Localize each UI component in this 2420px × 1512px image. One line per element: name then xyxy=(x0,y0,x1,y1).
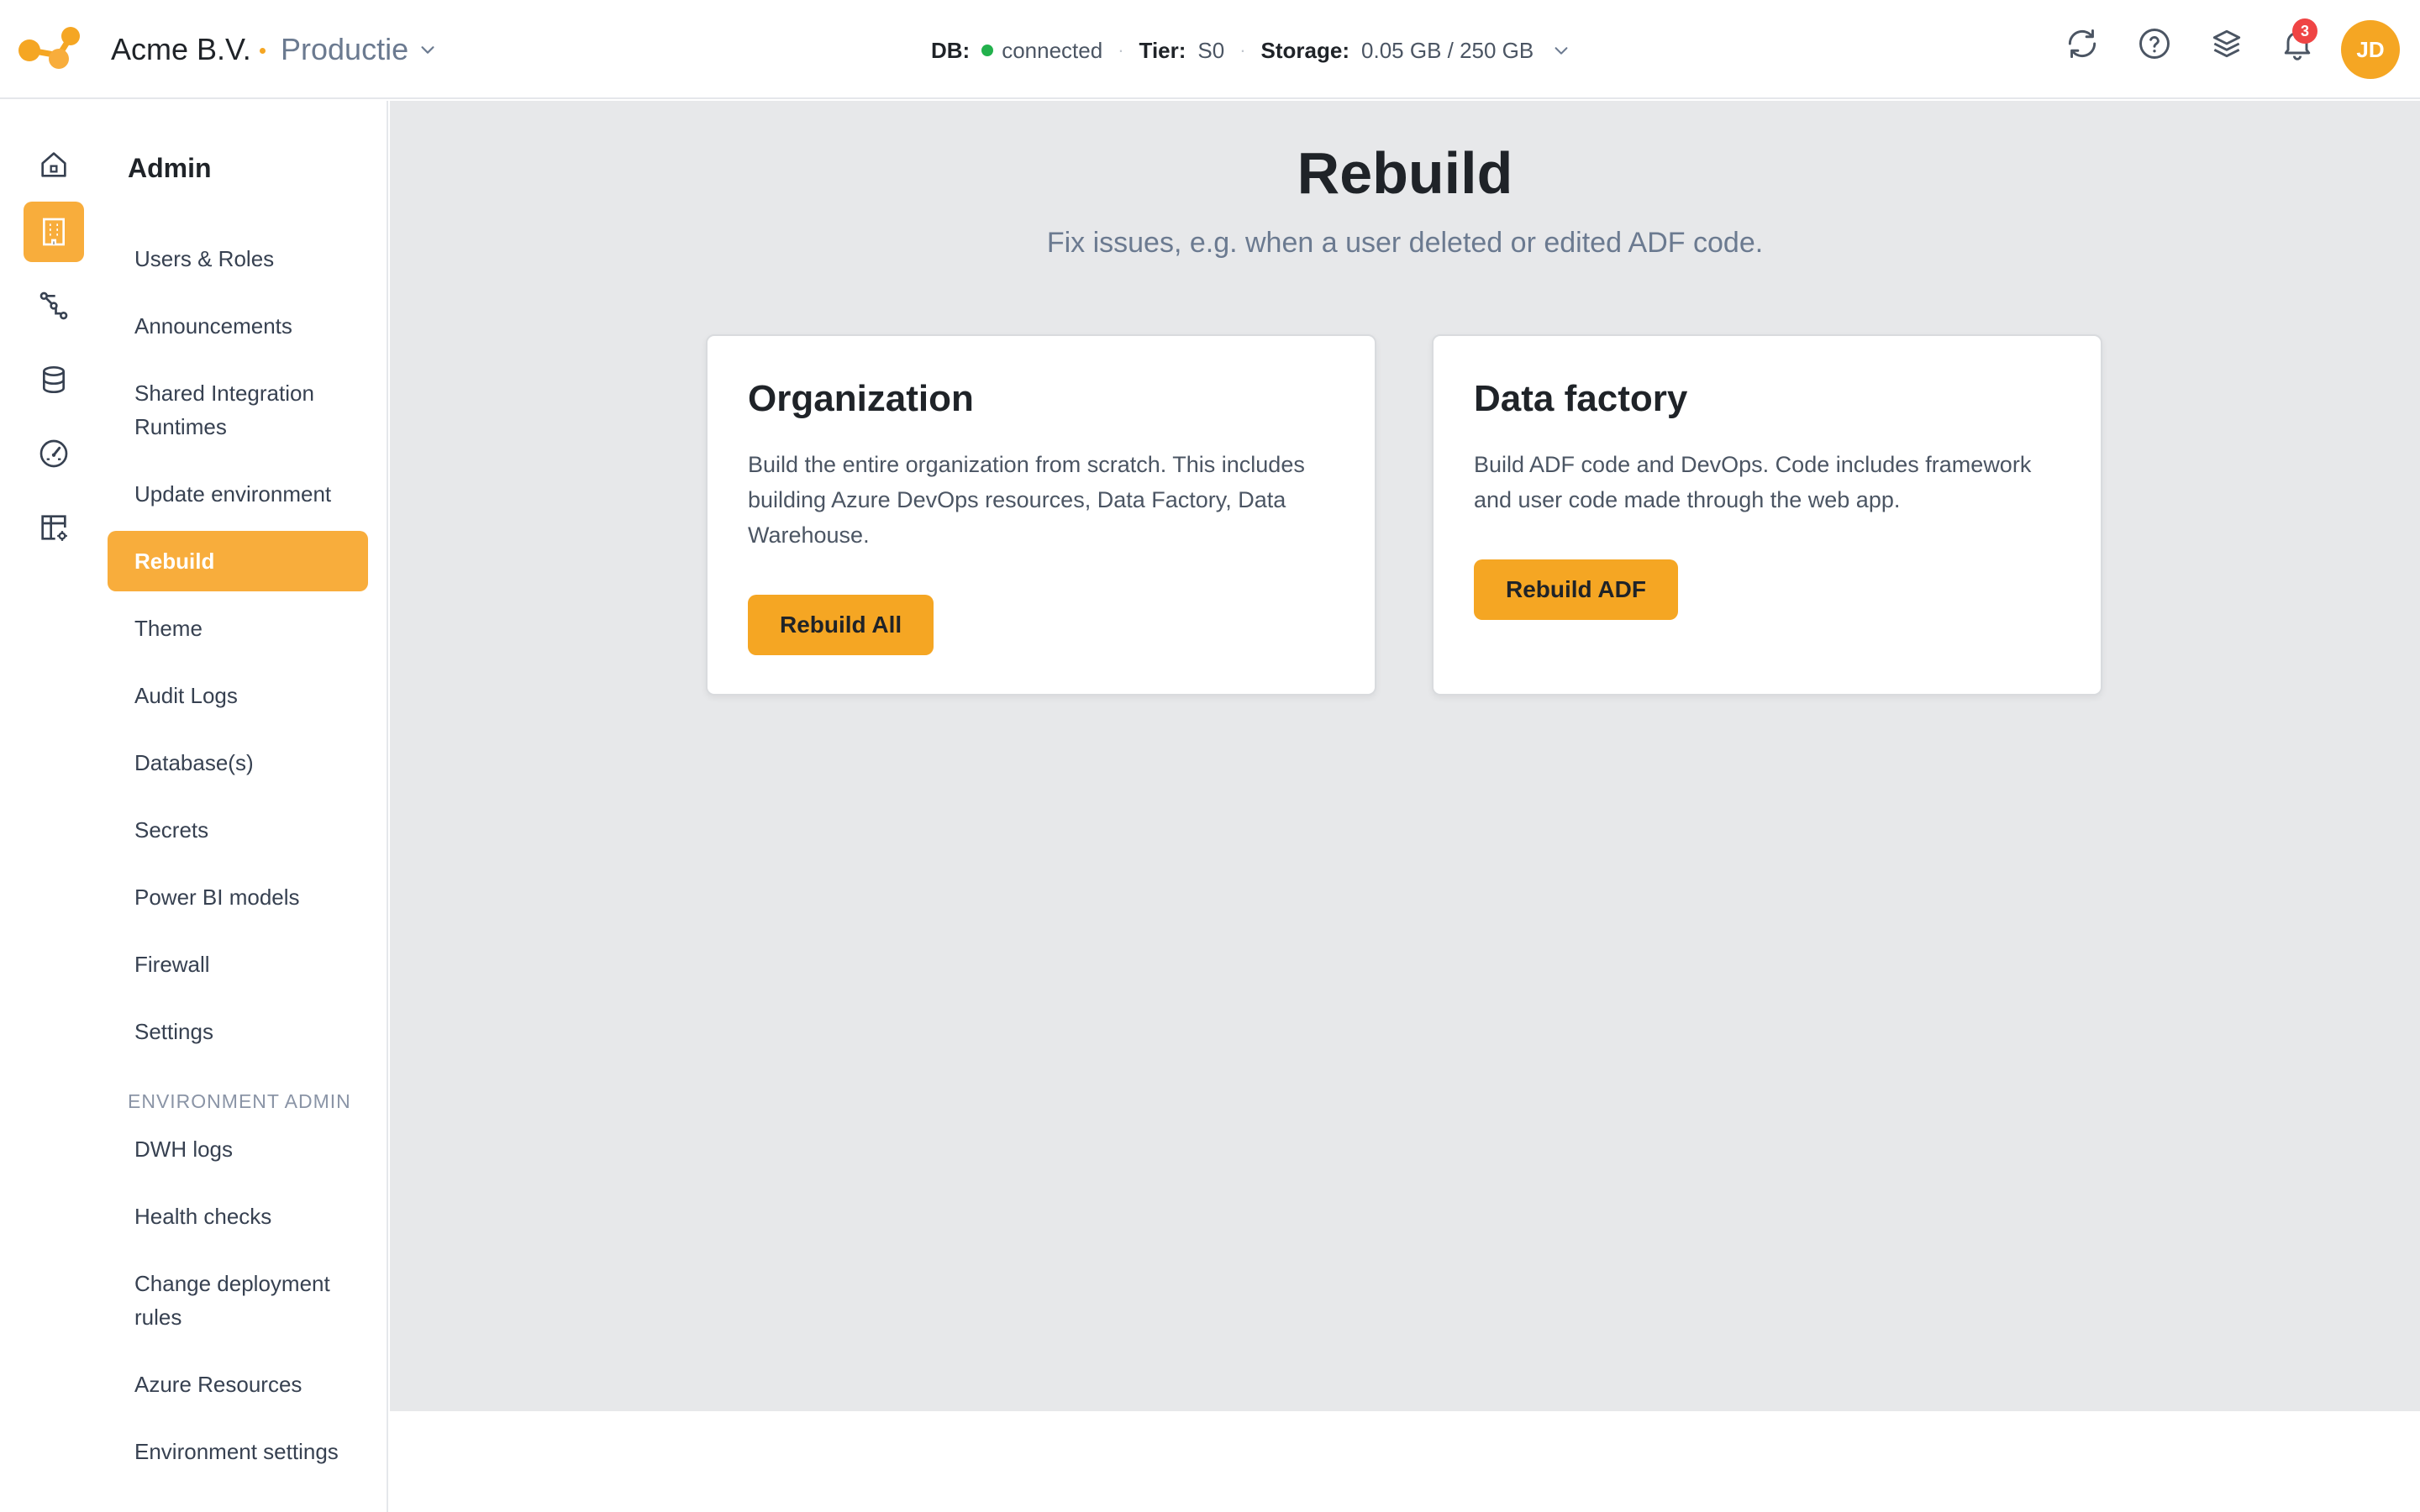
sidebar-title: Admin xyxy=(128,153,212,183)
sidebar-item-rebuild[interactable]: Rebuild xyxy=(108,531,368,591)
sidebar-item-environment-settings[interactable]: Environment settings xyxy=(108,1435,368,1468)
db-status: connected xyxy=(1002,37,1103,63)
rail-database[interactable] xyxy=(24,349,84,410)
card-title: Organization xyxy=(748,378,974,419)
sidebar-item-label: Change deployment xyxy=(134,1271,330,1296)
top-bar: Acme B.V. Productie DB: connected · Tier… xyxy=(0,0,2420,99)
main-content: Rebuild Fix issues, e.g. when a user del… xyxy=(390,101,2420,1411)
rail-monitoring[interactable] xyxy=(24,423,84,484)
storage-value: 0.05 GB / 250 GB xyxy=(1361,37,1534,63)
sidebar-item-announcements[interactable]: Announcements xyxy=(108,309,368,343)
sidebar-item-audit-logs[interactable]: Audit Logs xyxy=(108,679,368,712)
rail-pipelines[interactable] xyxy=(24,276,84,336)
card-description: Build ADF code and DevOps. Code includes… xyxy=(1474,452,2032,512)
avatar[interactable]: JD xyxy=(2341,20,2400,79)
home-icon xyxy=(41,152,66,177)
icon-rail xyxy=(0,101,108,1512)
db-status-dot xyxy=(981,45,994,56)
sidebar-item-databases[interactable]: Database(s) xyxy=(108,746,368,780)
sidebar-item-label: rules xyxy=(134,1305,182,1330)
help-icon[interactable] xyxy=(2136,25,2173,62)
database-icon xyxy=(43,366,65,394)
rebuild-all-button[interactable]: Rebuild All xyxy=(748,595,934,655)
sidebar-item-label: Runtimes xyxy=(134,414,227,439)
tier-value: S0 xyxy=(1197,37,1225,63)
sidebar-item-label: Shared Integration xyxy=(134,381,314,406)
sidebar-item-users-roles[interactable]: Users & Roles xyxy=(108,242,368,276)
status-separator: · xyxy=(1239,39,1246,60)
gauge-icon xyxy=(39,439,68,468)
status-separator: · xyxy=(1118,39,1124,60)
building-icon xyxy=(43,218,65,246)
chevron-down-icon[interactable] xyxy=(1552,41,1570,60)
rail-admin[interactable] xyxy=(24,202,84,262)
environment-label: Productie xyxy=(281,32,409,66)
sidebar-item-azure-resources[interactable]: Azure Resources xyxy=(108,1368,368,1401)
notification-badge: 3 xyxy=(2292,18,2317,44)
rail-table-settings[interactable] xyxy=(24,497,84,558)
separator-dot xyxy=(260,48,266,54)
card-description: Build the entire organization from scrat… xyxy=(748,452,1305,548)
sidebar-item-power-bi-models[interactable]: Power BI models xyxy=(108,880,368,914)
sidebar-item-settings[interactable]: Settings xyxy=(108,1015,368,1048)
sidebar-item-secrets[interactable]: Secrets xyxy=(108,813,368,847)
sidebar-item-update-environment[interactable]: Update environment xyxy=(108,477,368,511)
organization-card: Organization Build the entire organizati… xyxy=(706,334,1376,696)
rail-home[interactable] xyxy=(24,134,84,195)
sidebar-section-label: ENVIRONMENT ADMIN xyxy=(128,1090,351,1112)
admin-sidebar: Admin Users & Roles Announcements Shared… xyxy=(108,101,388,1512)
sidebar-item-theme[interactable]: Theme xyxy=(108,612,368,645)
page-title: Rebuild xyxy=(1297,140,1513,206)
card-title: Data factory xyxy=(1474,378,1688,419)
layers-icon[interactable] xyxy=(2208,25,2245,62)
environment-switcher[interactable]: Productie xyxy=(281,30,437,69)
table-settings-icon xyxy=(41,515,67,541)
status-bar: DB: connected · Tier: S0 · Storage: 0.05… xyxy=(931,32,1570,69)
tier-label: Tier: xyxy=(1139,37,1186,63)
main-footer-area xyxy=(390,1411,2420,1512)
org-name: Acme B.V. xyxy=(111,32,251,66)
sidebar-item-dwh-logs[interactable]: DWH logs xyxy=(108,1132,368,1166)
sidebar-item-health-checks[interactable]: Health checks xyxy=(108,1200,368,1233)
sidebar-item-firewall[interactable]: Firewall xyxy=(108,948,368,981)
refresh-icon[interactable] xyxy=(2064,25,2101,62)
db-label: DB: xyxy=(931,37,971,63)
page-subtitle: Fix issues, e.g. when a user deleted or … xyxy=(1046,227,1764,259)
storage-label: Storage: xyxy=(1260,37,1350,63)
app-logo[interactable] xyxy=(17,25,81,72)
rebuild-adf-button[interactable]: Rebuild ADF xyxy=(1474,559,1678,620)
data-factory-card: Data factory Build ADF code and DevOps. … xyxy=(1432,334,2102,696)
chevron-down-icon xyxy=(421,46,434,54)
pipeline-icon xyxy=(39,291,68,320)
